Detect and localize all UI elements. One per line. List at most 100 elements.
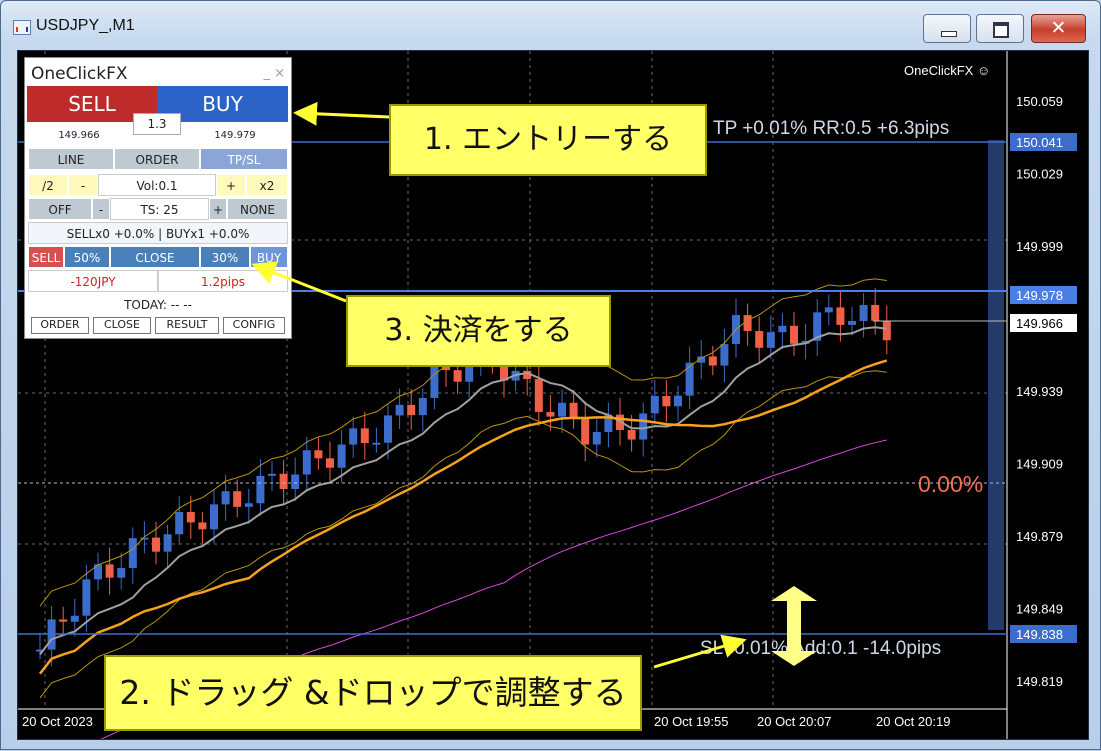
candle-body [778, 325, 787, 333]
sell-price: 149.966 [58, 130, 100, 141]
trailing-off-button[interactable]: OFF [28, 198, 92, 220]
price-axis-label: 149.849 [1016, 602, 1063, 617]
candle-body [221, 491, 230, 505]
sl-label: SL -0.01% Add:0.1 -14.0pips [700, 638, 941, 659]
config-button[interactable]: CONFIG [223, 317, 285, 334]
candle-body [755, 331, 764, 348]
spread-value: 1.3 [133, 113, 181, 135]
ts-plus-button[interactable]: + [209, 198, 227, 220]
candle-body [871, 304, 880, 321]
ts-minus-button[interactable]: - [92, 198, 110, 220]
tab-line[interactable]: LINE [28, 148, 114, 170]
trailing-none-button[interactable]: NONE [227, 198, 288, 220]
brand-label: OneClickFX ☺ [904, 63, 990, 78]
price-axis: 150.059 150.029 149.999 149.939 149.909 149.8… [1016, 94, 1063, 689]
oneclickfx-panel: OneClickFX _ × SELL BUY 1.3 149.966 149.… [24, 57, 292, 339]
close-30pct-button[interactable]: 30% [200, 246, 250, 268]
result-button[interactable]: RESULT [155, 317, 219, 334]
candle-body [859, 304, 868, 322]
step3-annotation: 3. 決済をする [346, 295, 611, 367]
minimize-button[interactable] [923, 14, 971, 43]
close-button[interactable]: ✕ [1031, 14, 1086, 43]
profit-jpy: -120JPY [28, 270, 158, 292]
title-bar[interactable]: USDJPY_,M1 ✕ [1, 1, 1100, 45]
candle-body [302, 450, 311, 475]
volume-minus-button[interactable]: - [68, 174, 98, 196]
candle-body [384, 415, 392, 443]
candle-body [117, 568, 126, 578]
candle-body [279, 473, 288, 490]
trailing-stop-field[interactable]: TS: 25 [110, 198, 209, 220]
close-sell-button[interactable]: SELL [28, 246, 64, 268]
candle-body [685, 362, 694, 396]
candle-body [407, 404, 416, 416]
candle-body [824, 307, 833, 313]
bid-price-text: 149.966 [1016, 316, 1063, 331]
chart-window: USDJPY_,M1 ✕ OneClickFX ☺ TP +0.01% RR:0… [0, 0, 1101, 750]
candle-body [627, 429, 636, 440]
candle-body [186, 511, 195, 523]
tp-label: TP +0.01% RR:0.5 +6.3pips [713, 118, 949, 139]
candle-body [256, 475, 265, 504]
candle-body [639, 413, 648, 440]
candle-body [128, 538, 137, 569]
candle-body [708, 356, 717, 366]
candle-body [210, 504, 218, 530]
volume-field[interactable]: Vol:0.1 [98, 174, 216, 196]
trade-range-bar[interactable] [988, 140, 1004, 630]
panel-window-controls[interactable]: _ × [263, 66, 285, 81]
candle-body [418, 398, 427, 416]
ma-orange [39, 359, 888, 675]
time-axis-label: 20 Oct 20:07 [757, 714, 831, 729]
candle-body [674, 395, 682, 407]
candle-body [558, 402, 566, 417]
volume-plus-button[interactable]: + [216, 174, 246, 196]
maximize-button[interactable] [976, 14, 1024, 43]
candle-body [720, 344, 729, 366]
buy-price: 149.979 [214, 130, 256, 141]
candle-body [546, 411, 555, 417]
step1-annotation: 1. エントリーする [389, 104, 707, 176]
chart-app-icon [13, 20, 31, 35]
price-axis-label: 150.029 [1016, 167, 1063, 182]
candle-body [198, 522, 207, 530]
price-axis-label: 149.879 [1016, 529, 1063, 544]
candle-body [163, 534, 172, 552]
candle-body [848, 321, 856, 325]
candle-body [360, 428, 369, 444]
price-axis-label: 150.059 [1016, 94, 1063, 109]
today-summary: TODAY: -- -- [28, 294, 288, 316]
tp-price-text: 150.041 [1016, 135, 1063, 150]
order-history-button[interactable]: ORDER [31, 317, 89, 334]
candle-body [790, 325, 798, 344]
candle-body [349, 428, 358, 445]
candle-body [291, 474, 300, 490]
tab-order[interactable]: ORDER [114, 148, 200, 170]
close-icon: ✕ [1050, 17, 1067, 39]
close-buy-button[interactable]: BUY [250, 246, 288, 268]
window-title: USDJPY_,M1 [36, 17, 135, 34]
candle-body [430, 366, 439, 399]
candle-body [372, 442, 381, 445]
candle-body [59, 619, 68, 622]
close-all-button[interactable]: CLOSE [110, 246, 200, 268]
time-axis-label: 20 Oct 2023 [22, 714, 93, 729]
candle-body [650, 396, 659, 414]
close-50pct-button[interactable]: 50% [64, 246, 110, 268]
halve-volume-button[interactable]: /2 [28, 174, 68, 196]
time-axis-label: 20 Oct 19:55 [654, 714, 728, 729]
candle-body [152, 537, 160, 552]
candle-body [268, 473, 276, 476]
double-volume-button[interactable]: x2 [246, 174, 288, 196]
price-axis-label: 149.909 [1016, 457, 1063, 472]
candle-body [395, 404, 404, 416]
candle-body [244, 503, 253, 507]
candle-body [70, 615, 79, 622]
time-axis-label: 20 Oct 20:19 [876, 714, 950, 729]
step2-annotation: 2. ドラッグ &ドロップで調整する [104, 655, 642, 731]
price-axis-label: 149.999 [1016, 239, 1063, 254]
close-tab-button[interactable]: CLOSE [93, 317, 151, 334]
candle-body [314, 450, 323, 459]
tab-tpsl[interactable]: TP/SL [200, 148, 288, 170]
candle-body [326, 458, 334, 468]
